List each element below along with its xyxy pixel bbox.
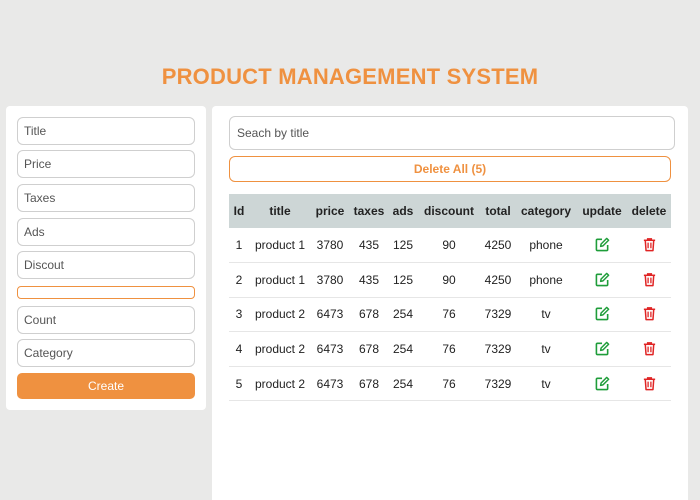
- title-input[interactable]: [17, 117, 195, 145]
- update-cell: [577, 228, 627, 263]
- cell-ads: 125: [392, 238, 414, 253]
- header-title: title: [269, 204, 291, 218]
- edit-icon[interactable]: [594, 237, 610, 253]
- edit-icon[interactable]: [594, 306, 610, 322]
- table-row: 1 product 1 3780 435 125 90 4250 phone: [229, 228, 671, 263]
- cell-total: 7329: [484, 307, 512, 322]
- trash-icon[interactable]: [641, 306, 657, 322]
- cell-title: product 2: [254, 376, 306, 391]
- products-table: Id title price taxes ads discount total …: [229, 194, 671, 401]
- delete-cell: [627, 366, 671, 401]
- cell-discount: 90: [442, 272, 456, 287]
- delete-cell: [627, 263, 671, 298]
- cell-taxes: 678: [358, 342, 380, 357]
- edit-icon[interactable]: [594, 341, 610, 357]
- table-row: 4 product 2 6473 678 254 76 7329 tv: [229, 332, 671, 367]
- create-button[interactable]: Create: [17, 373, 195, 399]
- cell-total: 7329: [484, 376, 512, 391]
- count-input[interactable]: [17, 306, 195, 334]
- header-id: Id: [233, 204, 245, 218]
- cell-title: product 2: [254, 342, 306, 357]
- header-ads: ads: [392, 204, 414, 218]
- cell-category: tv: [541, 307, 551, 322]
- header-delete: delete: [631, 204, 667, 218]
- cell-price: 6473: [316, 342, 344, 357]
- total-display: [17, 286, 195, 299]
- cell-total: 7329: [484, 342, 512, 357]
- cell-discount: 76: [442, 307, 456, 322]
- taxes-input[interactable]: [17, 184, 195, 212]
- discount-input[interactable]: [17, 251, 195, 279]
- cell-taxes: 678: [358, 307, 380, 322]
- header-taxes: taxes: [353, 204, 385, 218]
- cell-price: 6473: [316, 307, 344, 322]
- cell-id: 2: [235, 272, 243, 287]
- cell-category: tv: [541, 342, 551, 357]
- category-input[interactable]: [17, 339, 195, 367]
- cell-category: phone: [529, 272, 563, 287]
- cell-total: 4250: [484, 238, 512, 253]
- header-category: category: [520, 204, 572, 218]
- search-input[interactable]: [229, 116, 675, 150]
- cell-total: 4250: [484, 272, 512, 287]
- edit-icon[interactable]: [594, 376, 610, 392]
- trash-icon[interactable]: [641, 376, 657, 392]
- product-form: Create: [6, 106, 206, 410]
- update-cell: [577, 332, 627, 367]
- cell-ads: 125: [392, 272, 414, 287]
- cell-discount: 90: [442, 238, 456, 253]
- delete-cell: [627, 332, 671, 367]
- trash-icon[interactable]: [641, 272, 657, 288]
- ads-input[interactable]: [17, 218, 195, 246]
- cell-ads: 254: [392, 376, 414, 391]
- update-cell: [577, 366, 627, 401]
- cell-taxes: 678: [358, 376, 380, 391]
- cell-taxes: 435: [358, 238, 380, 253]
- table-row: 3 product 2 6473 678 254 76 7329 tv: [229, 297, 671, 332]
- cell-price: 3780: [316, 238, 344, 253]
- header-update: update: [582, 204, 622, 218]
- cell-discount: 76: [442, 376, 456, 391]
- delete-all-button[interactable]: Delete All (5): [229, 156, 671, 182]
- cell-price: 6473: [316, 376, 344, 391]
- trash-icon[interactable]: [641, 237, 657, 253]
- cell-id: 5: [235, 376, 243, 391]
- cell-title: product 1: [254, 272, 306, 287]
- delete-cell: [627, 297, 671, 332]
- cell-category: tv: [541, 376, 551, 391]
- table-row: 2 product 1 3780 435 125 90 4250 phone: [229, 263, 671, 298]
- cell-id: 1: [235, 238, 243, 253]
- page-title: PRODUCT MANAGEMENT SYSTEM: [161, 64, 539, 89]
- cell-ads: 254: [392, 307, 414, 322]
- cell-discount: 76: [442, 342, 456, 357]
- trash-icon[interactable]: [641, 341, 657, 357]
- cell-title: product 1: [254, 238, 306, 253]
- table-header-row: Id title price taxes ads discount total …: [229, 194, 671, 228]
- price-input[interactable]: [17, 150, 195, 178]
- cell-id: 4: [235, 342, 243, 357]
- cell-title: product 2: [254, 307, 306, 322]
- header-price: price: [315, 204, 345, 218]
- cell-price: 3780: [316, 272, 344, 287]
- update-cell: [577, 263, 627, 298]
- update-cell: [577, 297, 627, 332]
- header-discount: discount: [424, 204, 474, 218]
- products-panel: Delete All (5) Id title price taxes ads …: [212, 106, 688, 500]
- table-row: 5 product 2 6473 678 254 76 7329 tv: [229, 366, 671, 401]
- header-total: total: [485, 204, 511, 218]
- cell-category: phone: [529, 238, 563, 253]
- cell-taxes: 435: [358, 272, 380, 287]
- cell-id: 3: [235, 307, 243, 322]
- cell-ads: 254: [392, 342, 414, 357]
- edit-icon[interactable]: [594, 272, 610, 288]
- delete-cell: [627, 228, 671, 263]
